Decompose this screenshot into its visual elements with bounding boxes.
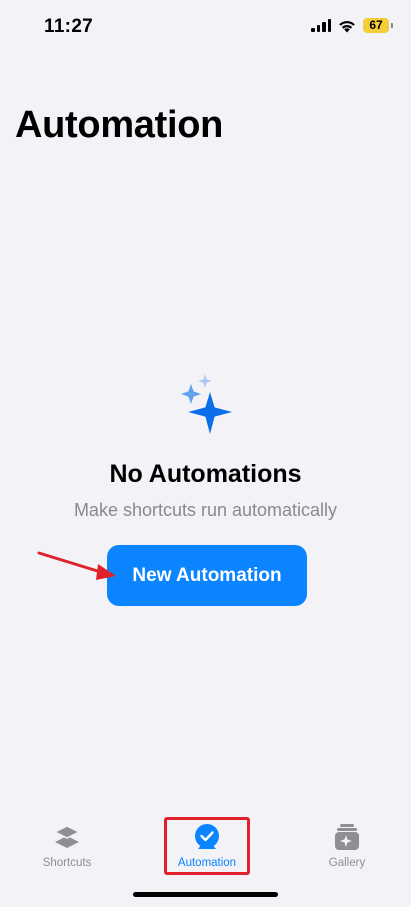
clock-check-icon bbox=[195, 824, 219, 849]
layers-icon bbox=[53, 825, 81, 848]
tab-gallery-label: Gallery bbox=[328, 857, 366, 869]
status-time: 11:27 bbox=[44, 16, 94, 37]
status-icons: 67 bbox=[311, 18, 393, 33]
empty-state-title: No Automations bbox=[109, 460, 302, 488]
gallery-sparkle-icon bbox=[335, 824, 359, 850]
page-title: Automation bbox=[15, 104, 224, 146]
cellular-signal-icon bbox=[311, 19, 331, 32]
wifi-icon bbox=[339, 20, 355, 32]
status-bar: 11:27 67 bbox=[0, 0, 411, 54]
tab-gallery[interactable]: Gallery bbox=[297, 820, 397, 880]
empty-state-subtitle: Make shortcuts run automatically bbox=[73, 500, 338, 520]
tab-shortcuts-label: Shortcuts bbox=[42, 857, 92, 869]
new-automation-button[interactable]: New Automation bbox=[107, 545, 307, 606]
battery-indicator: 67 bbox=[363, 18, 393, 33]
tab-automation-label: Automation bbox=[177, 857, 237, 869]
home-indicator[interactable] bbox=[133, 892, 278, 897]
tab-shortcuts[interactable]: Shortcuts bbox=[17, 820, 117, 880]
tab-automation[interactable]: Automation bbox=[157, 820, 257, 880]
sparkles-icon bbox=[181, 374, 232, 434]
